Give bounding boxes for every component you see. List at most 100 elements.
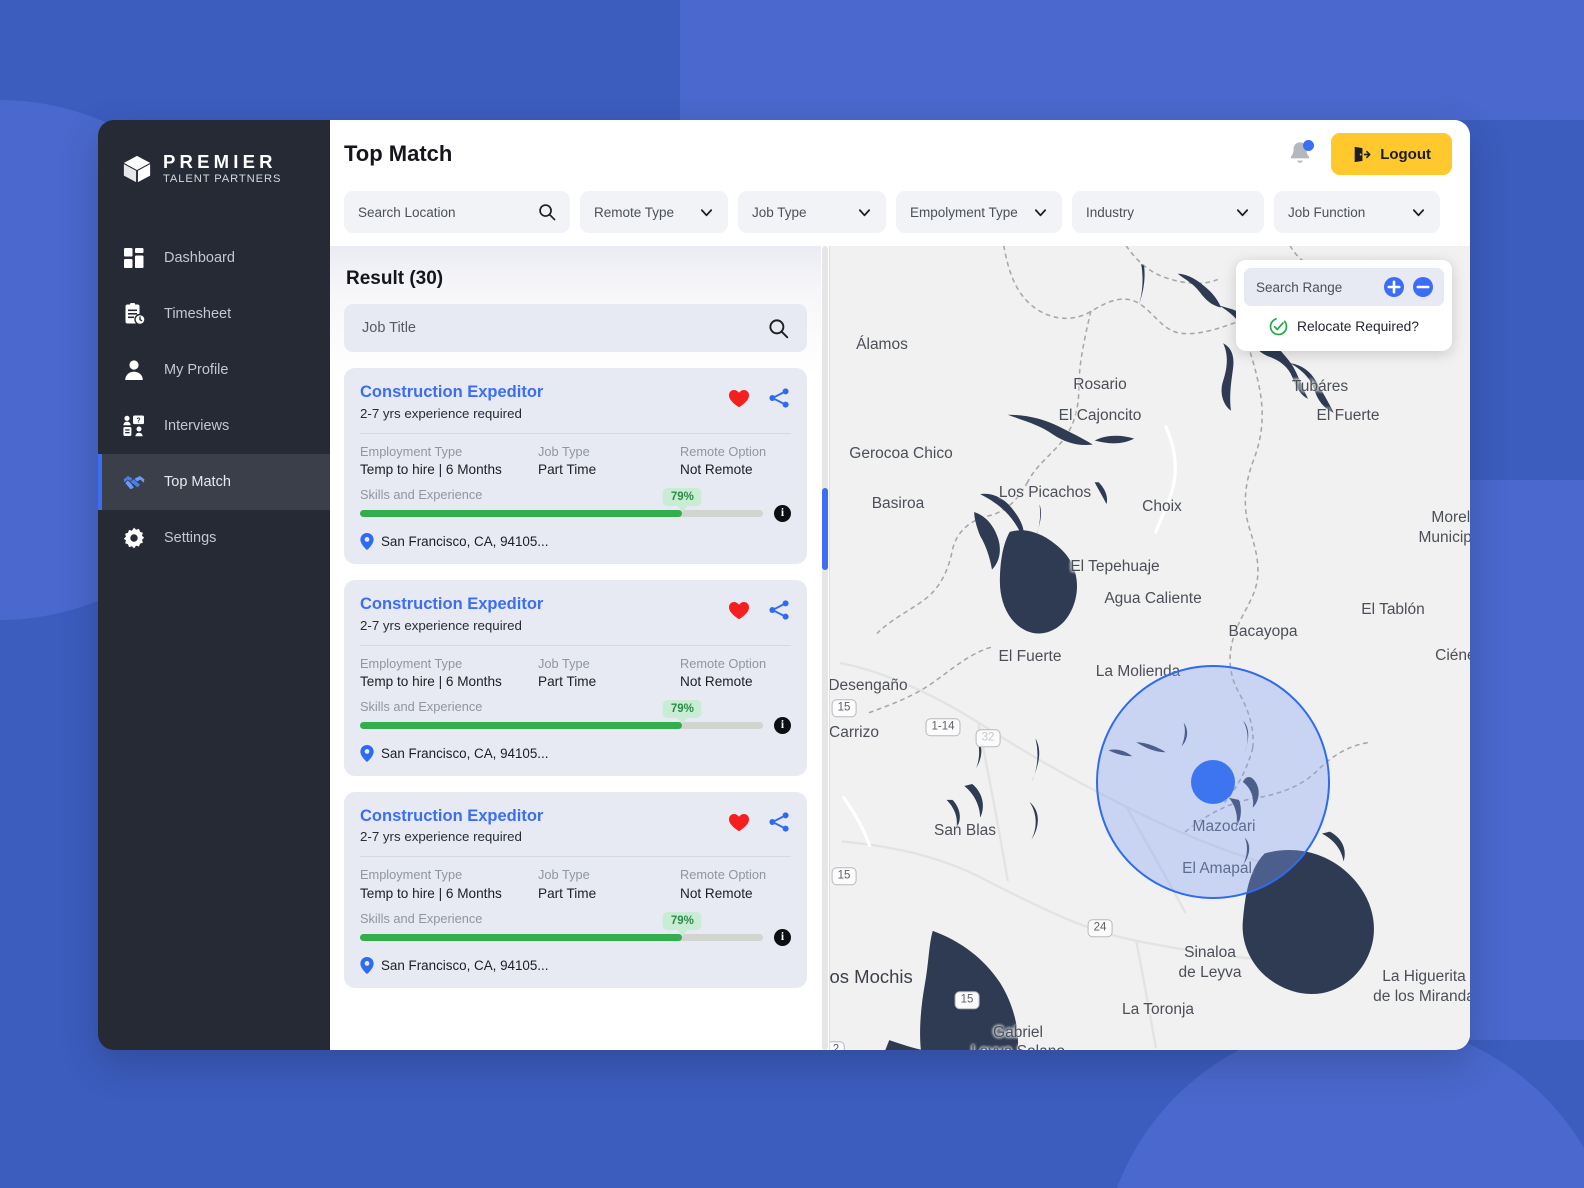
meta-value: Temp to hire | 6 Months	[360, 885, 502, 901]
share-icon[interactable]	[767, 810, 791, 834]
filter-remote-type[interactable]: Remote Type	[580, 191, 728, 233]
minus-circle-icon[interactable]	[1412, 276, 1434, 298]
relocate-required-label: Relocate Required?	[1297, 318, 1419, 334]
divider	[360, 856, 791, 858]
meta-job-type: Job Type Part Time	[538, 866, 680, 902]
share-icon[interactable]	[767, 386, 791, 410]
share-icon[interactable]	[767, 598, 791, 622]
meta-label: Job Type	[538, 867, 590, 883]
job-card-titleblock: Construction Expeditor 2-7 yrs experienc…	[360, 594, 543, 633]
divider	[360, 644, 791, 646]
filter-employment-type[interactable]: Empolyment Type	[896, 191, 1062, 233]
highway-shield: 1-14	[925, 718, 961, 736]
skills-progress-row: 79% i	[360, 699, 791, 734]
job-experience: 2-7 yrs experience required	[360, 405, 522, 421]
plus-circle-icon[interactable]	[1383, 276, 1405, 298]
highway-shield: 15	[954, 991, 980, 1009]
meta-employment-type: Employment Type Temp to hire | 6 Months	[360, 443, 538, 479]
job-card-header: Construction Expeditor 2-7 yrs experienc…	[360, 594, 791, 633]
sidebar-item-settings[interactable]: Settings	[98, 510, 330, 566]
sidebar-item-top-match[interactable]: Top Match	[98, 454, 330, 511]
skills-label: Skills and Experience	[360, 486, 483, 502]
sidebar-item-interviews[interactable]: ? Interviews	[98, 398, 330, 454]
heart-filled-icon[interactable]	[727, 386, 751, 410]
info-icon[interactable]: i	[774, 928, 791, 946]
brand-name: PREMIER	[163, 151, 277, 172]
brand-subtitle: TALENT PARTNERS	[163, 173, 282, 186]
job-card[interactable]: Construction Expeditor 2-7 yrs experienc…	[344, 579, 807, 776]
job-title[interactable]: Construction Expeditor	[360, 382, 543, 403]
background-shape-top-right	[680, 0, 1584, 120]
scrollbar-track[interactable]	[822, 246, 828, 1050]
sidebar-item-timesheet[interactable]: Timesheet	[98, 286, 330, 342]
logout-button[interactable]: Logout	[1331, 133, 1452, 175]
job-card-meta: Employment Type Temp to hire | 6 Months …	[360, 655, 791, 691]
meta-employment-type: Employment Type Temp to hire | 6 Months	[360, 655, 538, 691]
map-pin-icon	[360, 532, 374, 550]
job-card-header: Construction Expeditor 2-7 yrs experienc…	[360, 806, 791, 845]
sidebar-item-label: Dashboard	[164, 250, 235, 267]
app-window: PREMIER TALENT PARTNERS Dashboard Timesh…	[98, 120, 1470, 1050]
job-title-search-input[interactable]: Job Title	[344, 304, 807, 352]
meta-remote-option: Remote Option Not Remote	[680, 655, 791, 691]
content-split: Result (30) Job Title Construction Exped…	[330, 246, 1470, 1050]
job-location-row: San Francisco, CA, 94105...	[360, 532, 791, 550]
search-center-marker[interactable]	[1191, 760, 1235, 804]
handshake-icon	[123, 476, 145, 490]
meta-label: Remote Option	[680, 655, 767, 671]
meta-value: Not Remote	[680, 673, 753, 689]
topbar-actions: Logout	[1287, 133, 1452, 175]
map-panel[interactable]: Álamos Rosario El Cajoncito Tubáres El F…	[829, 246, 1470, 1050]
job-title[interactable]: Construction Expeditor	[360, 806, 543, 827]
check-circle-icon[interactable]	[1269, 317, 1288, 336]
job-experience: 2-7 yrs experience required	[360, 617, 522, 633]
search-radius-circle	[1096, 665, 1330, 899]
info-icon[interactable]: i	[774, 504, 791, 522]
search-location-input[interactable]: Search Location	[344, 191, 570, 233]
job-title-search-placeholder: Job Title	[362, 320, 416, 336]
relocate-required-row[interactable]: Relocate Required?	[1244, 309, 1444, 343]
job-experience: 2-7 yrs experience required	[360, 829, 522, 845]
job-card-actions	[727, 806, 791, 834]
job-card-actions	[727, 594, 791, 622]
meta-value: Not Remote	[680, 461, 753, 477]
sidebar-item-label: Timesheet	[164, 306, 232, 323]
info-icon[interactable]: i	[774, 716, 791, 734]
scrollbar-thumb[interactable]	[822, 488, 828, 570]
job-card-header: Construction Expeditor 2-7 yrs experienc…	[360, 382, 791, 421]
meta-employment-type: Employment Type Temp to hire | 6 Months	[360, 866, 538, 902]
heart-filled-icon[interactable]	[727, 598, 751, 622]
sidebar: PREMIER TALENT PARTNERS Dashboard Timesh…	[98, 120, 330, 1050]
map-graphics	[830, 246, 1470, 1050]
meta-value: Not Remote	[680, 885, 753, 901]
results-scrollbar[interactable]	[821, 246, 829, 1050]
job-card[interactable]: Construction Expeditor 2-7 yrs experienc…	[344, 368, 807, 564]
filter-industry[interactable]: Industry	[1072, 191, 1264, 233]
job-location: San Francisco, CA, 94105...	[381, 533, 549, 549]
skills-progress-row: 79% i	[360, 911, 791, 946]
job-title[interactable]: Construction Expeditor	[360, 594, 543, 615]
map-pin-icon	[360, 956, 374, 974]
user-icon	[125, 360, 143, 381]
highway-shield: 24	[1087, 919, 1113, 937]
search-range-row: Search Range	[1244, 268, 1444, 306]
chevron-down-icon	[700, 208, 713, 216]
sidebar-item-my-profile[interactable]: My Profile	[98, 342, 330, 398]
chevron-down-icon	[1236, 208, 1249, 216]
heart-filled-icon[interactable]	[727, 810, 751, 834]
timesheet-icon	[125, 303, 146, 326]
filter-job-type[interactable]: Job Type	[738, 191, 886, 233]
job-card[interactable]: Construction Expeditor 2-7 yrs experienc…	[344, 791, 807, 988]
filter-job-function[interactable]: Job Function	[1274, 191, 1440, 233]
sidebar-item-dashboard[interactable]: Dashboard	[98, 230, 330, 286]
meta-label: Job Type	[538, 655, 590, 671]
filter-label: Remote Type	[594, 204, 675, 220]
highway-shield: 32	[975, 729, 1001, 747]
logout-button-label: Logout	[1380, 145, 1431, 163]
search-icon[interactable]	[768, 318, 789, 339]
page-title: Top Match	[344, 141, 453, 166]
match-percent-badge: 79%	[662, 699, 702, 718]
meta-remote-option: Remote Option Not Remote	[680, 866, 791, 902]
notifications-button[interactable]	[1287, 140, 1315, 168]
chevron-down-icon	[858, 208, 871, 216]
